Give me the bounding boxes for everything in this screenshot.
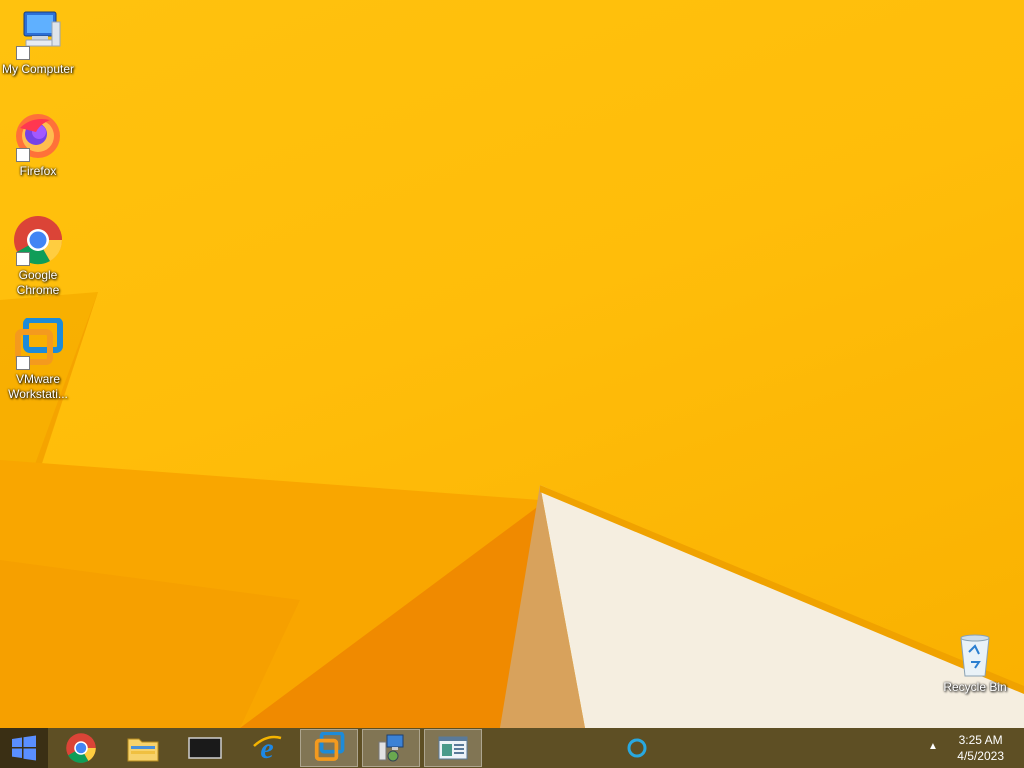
desktop-icon-my-computer[interactable]: My Computer <box>0 8 76 77</box>
taskbar: e ▲ 3:25 AM 4/5/2023 <box>0 728 1024 768</box>
tray-expand-arrow[interactable]: ▲ <box>928 741 938 752</box>
folder-icon <box>127 738 159 762</box>
monitor-icon <box>188 737 222 759</box>
wallpaper <box>0 292 1024 728</box>
desktop-icon-label: Google Chrome <box>16 268 60 297</box>
shortcut-arrow-icon <box>16 356 30 370</box>
desktop-icon-recycle-bin[interactable]: Recycle Bin <box>937 632 1013 695</box>
shortcut-arrow-icon <box>16 252 30 266</box>
desktop-icon-firefox[interactable]: Firefox <box>0 110 76 179</box>
vmware-icon <box>314 732 345 761</box>
recycle-bin-icon <box>960 634 990 677</box>
window-icon <box>438 736 468 760</box>
network-computer-icon <box>378 734 404 762</box>
clock-date: 4/5/2023 <box>957 749 1004 763</box>
system-clock[interactable]: 3:25 AM 4/5/2023 <box>957 732 1004 764</box>
taskbar-network-settings-button[interactable] <box>362 729 420 767</box>
chrome-icon <box>66 733 96 763</box>
taskbar-chrome-button[interactable] <box>52 728 110 768</box>
desktop-icon-label: My Computer <box>1 62 75 76</box>
start-button[interactable] <box>0 728 48 768</box>
taskbar-internet-explorer-button[interactable]: e <box>238 728 296 768</box>
shortcut-arrow-icon <box>16 148 30 162</box>
desktop-icon-google-chrome[interactable]: Google Chrome <box>0 214 76 298</box>
desktop-icon-label: Firefox <box>19 164 57 178</box>
desktop-icon-label: Recycle Bin <box>943 680 1007 694</box>
desktop: My Computer Firefox Google Chrome VMware… <box>0 0 1024 728</box>
taskbar-terminal-button[interactable] <box>176 728 234 768</box>
shortcut-arrow-icon <box>16 46 30 60</box>
windows-logo-icon <box>12 735 36 761</box>
desktop-icon-vmware[interactable]: VMware Workstati... <box>0 317 76 402</box>
ie-icon: e <box>253 732 282 764</box>
taskbar-search-button[interactable] <box>608 728 666 768</box>
taskbar-vmware-button[interactable] <box>300 729 358 767</box>
circle-search-icon <box>627 738 647 758</box>
desktop-icon-label: VMware Workstati... <box>8 372 68 401</box>
clock-time: 3:25 AM <box>958 733 1003 747</box>
taskbar-control-panel-button[interactable] <box>424 729 482 767</box>
taskbar-file-explorer-button[interactable] <box>114 728 172 768</box>
